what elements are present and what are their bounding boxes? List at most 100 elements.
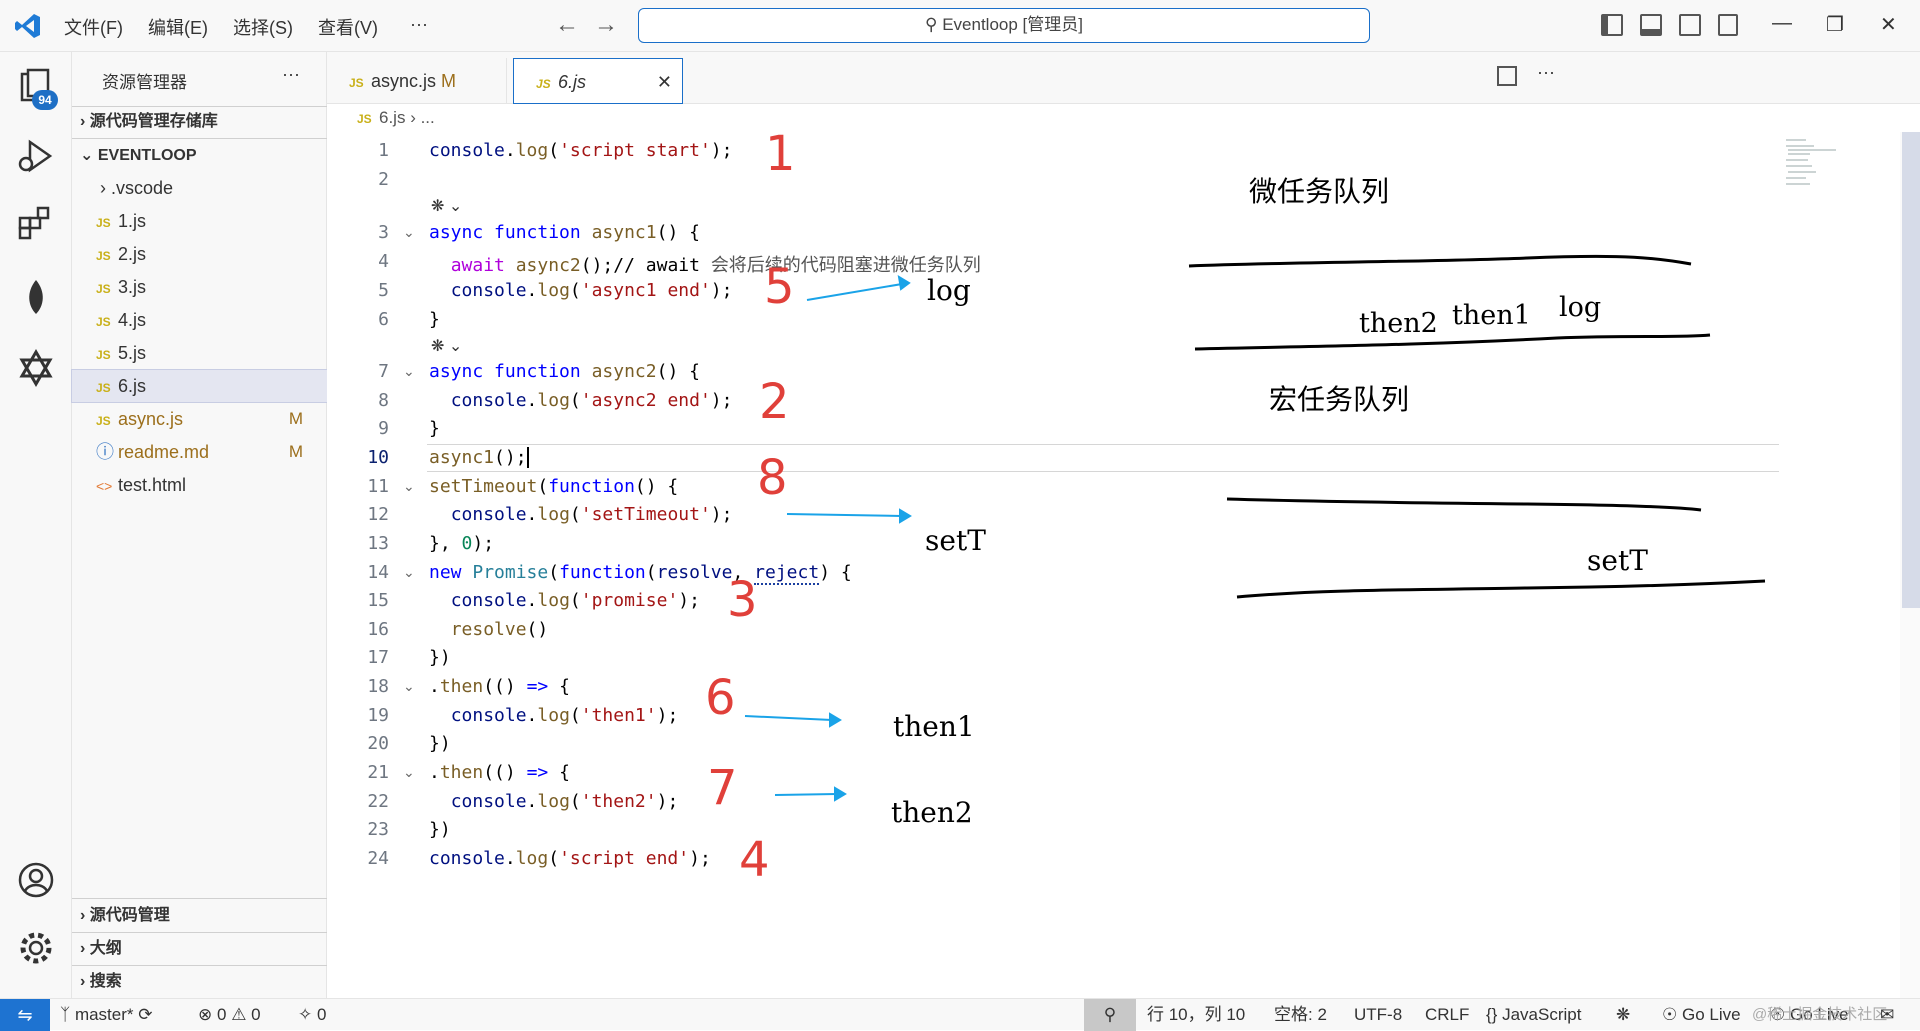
toggle-panel-icon[interactable]	[1640, 14, 1662, 36]
live-share-icon[interactable]	[16, 348, 56, 388]
menu-file[interactable]: 文件(F)	[64, 14, 123, 40]
tree-item-readme[interactable]: ⓘ readme.md M	[72, 436, 327, 468]
ports-indicator[interactable]: ✧ 0	[298, 999, 326, 1031]
close-window-icon[interactable]: ✕	[1880, 12, 1897, 37]
command-center-search[interactable]: ⚲ Eventloop [管理员]	[638, 8, 1370, 43]
accounts-icon[interactable]	[16, 860, 56, 900]
macrotask-queue-title: 宏任务队列	[1269, 383, 1410, 416]
status-bar: ⇋ ᛉ master* ⟳ ⊗ 0 ⚠ 0 ✧ 0 ⚲ 行 10，列 10 空格…	[0, 998, 1920, 1031]
explorer-more-button[interactable]: ···	[282, 64, 300, 85]
mongodb-leaf-icon[interactable]	[16, 278, 56, 318]
fold-chevron-icon[interactable]: ⌄	[403, 764, 415, 781]
tree-item-5js[interactable]: JS 5.js	[72, 337, 327, 369]
explorer-sidebar: 资源管理器 ··· › 源代码管理存储库 ⌄ EVENTLOOP › .vsco…	[71, 52, 328, 998]
broadcast-icon: ✧	[298, 1005, 313, 1024]
live-share-status-icon[interactable]: ❋	[1616, 999, 1630, 1031]
code-line: console.log('async1 end');	[450, 280, 733, 301]
search-section[interactable]: › 搜索	[72, 966, 327, 998]
command-center-label: Eventloop [管理员]	[942, 15, 1083, 34]
code-line: console.log('then2');	[450, 791, 679, 812]
code-line: await async2();// await 会将后续的代码阻塞进微任务队列	[450, 255, 981, 276]
breadcrumb-file[interactable]: 6.js	[379, 108, 405, 127]
fold-chevron-icon[interactable]: ⌄	[403, 224, 415, 241]
fold-chevron-icon[interactable]: ⌄	[403, 564, 415, 581]
split-editor-icon[interactable]	[1497, 66, 1517, 86]
vertical-scrollbar[interactable]	[1900, 132, 1920, 998]
order-number-6: 6	[705, 670, 736, 726]
run-debug-icon[interactable]	[16, 136, 56, 176]
minimap[interactable]	[1786, 138, 1836, 186]
line-number: 21	[367, 762, 389, 783]
fold-chevron-icon[interactable]: ⌄	[403, 678, 415, 695]
tree-item-1js[interactable]: JS 1.js	[72, 205, 327, 237]
tree-item-2js[interactable]: JS 2.js	[72, 238, 327, 270]
customize-layout-icon[interactable]	[1718, 14, 1738, 36]
line-number: 18	[367, 676, 389, 697]
back-arrow-icon[interactable]: ←	[555, 11, 579, 39]
restore-icon[interactable]: ❐	[1826, 12, 1844, 37]
menu-more-button[interactable]: ···	[410, 14, 428, 35]
editor-more-button[interactable]: ···	[1537, 62, 1555, 83]
tree-item-6js[interactable]: JS 6.js	[71, 369, 328, 403]
line-number: 20	[367, 733, 389, 754]
go-live-button[interactable]: ☉ Go Live	[1662, 999, 1741, 1031]
tab-async-js[interactable]: JS async.js M	[327, 58, 507, 104]
tab-6-js[interactable]: JS 6.js ✕	[513, 58, 683, 104]
menu-view[interactable]: 查看(V)	[318, 14, 378, 40]
chevron-right-icon: ›	[80, 113, 86, 130]
chevron-right-icon: ›	[80, 907, 86, 924]
menu-select[interactable]: 选择(S)	[233, 14, 293, 40]
section-label: EVENTLOOP	[97, 147, 197, 164]
html-file-icon: <>	[96, 478, 113, 494]
encoding[interactable]: UTF-8	[1354, 999, 1402, 1031]
notifications-bell-icon[interactable]: ✉	[1880, 999, 1894, 1031]
problems-indicator[interactable]: ⊗ 0 ⚠ 0	[198, 999, 261, 1031]
line-number: 16	[367, 619, 389, 640]
js-file-icon: JS	[349, 76, 364, 90]
modified-badge: M	[288, 409, 303, 428]
fold-chevron-icon[interactable]: ⌄	[403, 478, 415, 495]
breadcrumb-symbol[interactable]: ...	[421, 108, 435, 127]
minimize-icon[interactable]: —	[1772, 12, 1792, 35]
tree-item-3js[interactable]: JS 3.js	[72, 271, 327, 303]
code-line: console.log('then1');	[450, 705, 679, 726]
scrollbar-thumb[interactable]	[1902, 132, 1920, 608]
menu-edit[interactable]: 编辑(E)	[148, 14, 208, 40]
order-number-1: 1	[765, 126, 796, 182]
order-number-7: 7	[707, 760, 738, 816]
branch-indicator[interactable]: ᛉ master* ⟳	[60, 999, 153, 1031]
eventloop-folder-section[interactable]: ⌄ EVENTLOOP	[72, 140, 327, 172]
tree-item-testhtml[interactable]: <> test.html	[72, 469, 327, 501]
codelens-icon[interactable]: ❋ ⌄	[431, 196, 462, 216]
scm-section[interactable]: › 源代码管理	[72, 900, 327, 932]
line-number: 19	[367, 705, 389, 726]
language-mode[interactable]: {} JavaScript	[1486, 999, 1581, 1031]
extensions-icon[interactable]	[16, 204, 56, 244]
chevron-right-icon: ›	[80, 940, 86, 957]
tree-item-4js[interactable]: JS 4.js	[72, 304, 327, 336]
toggle-secondary-sidebar-icon[interactable]	[1679, 14, 1701, 36]
search-icon: ⚲	[925, 15, 938, 34]
remote-indicator-icon[interactable]: ⇋	[0, 999, 50, 1031]
tree-item-vscode[interactable]: › .vscode	[72, 172, 327, 204]
zoom-search-icon[interactable]: ⚲	[1084, 999, 1136, 1031]
outline-section[interactable]: › 大纲	[72, 933, 327, 965]
close-tab-icon[interactable]: ✕	[657, 59, 672, 105]
fold-chevron-icon[interactable]: ⌄	[403, 363, 415, 380]
forward-arrow-icon[interactable]: →	[594, 11, 618, 39]
scm-repositories-section[interactable]: › 源代码管理存储库	[72, 106, 327, 138]
cursor-position[interactable]: 行 10，列 10	[1147, 999, 1245, 1031]
tree-item-asyncjs[interactable]: JS async.js M	[72, 403, 327, 435]
js-file-icon: JS	[96, 381, 111, 395]
explorer-title: 资源管理器	[102, 73, 187, 92]
explorer-icon[interactable]: 94	[16, 68, 58, 110]
line-ending[interactable]: CRLF	[1425, 999, 1469, 1031]
code-line: console.log('async2 end');	[450, 390, 733, 411]
line-number: 17	[367, 647, 389, 668]
indentation[interactable]: 空格: 2	[1274, 999, 1327, 1031]
toggle-sidebar-icon[interactable]	[1601, 14, 1623, 36]
codelens-icon[interactable]: ❋ ⌄	[431, 336, 462, 356]
code-editor[interactable]: 1 2 3 4 5 6 7 8 9 10 11 12 13 14 15 16 1…	[327, 126, 1892, 998]
line-number: 9	[378, 418, 389, 439]
settings-gear-icon[interactable]	[16, 928, 56, 968]
